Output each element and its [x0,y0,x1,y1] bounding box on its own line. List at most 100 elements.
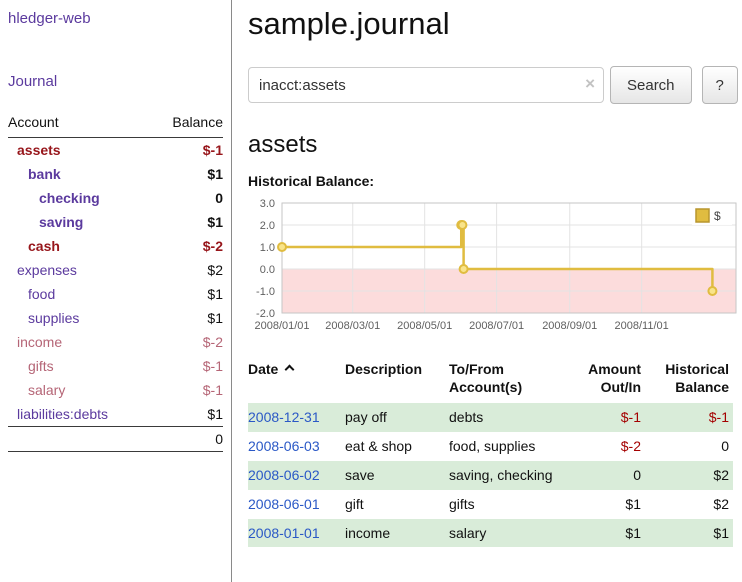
transaction-date-link[interactable]: 2008-01-01 [248,525,320,541]
account-row: income $-2 [8,330,223,354]
transaction-balance: 0 [645,432,733,461]
transaction-amount: $1 [571,490,645,519]
transaction-balance: $2 [645,490,733,519]
svg-text:2008/09/01: 2008/09/01 [542,320,597,332]
transaction-amount: $-1 [571,403,645,432]
account-row: assets $-1 [8,138,223,163]
account-link[interactable]: checking [17,190,100,206]
account-link[interactable]: liabilities:debts [17,406,108,422]
svg-text:1.0: 1.0 [260,242,275,254]
register-row: 2008-12-31 pay off debts $-1 $-1 [248,403,733,432]
account-row: liabilities:debts $1 [8,402,223,427]
account-balance: $-1 [151,354,223,378]
account-row: saving $1 [8,210,223,234]
account-row: supplies $1 [8,306,223,330]
account-link[interactable]: income [17,334,62,350]
historical-balance-chart: 3.02.01.00.0-1.0-2.02008/01/012008/03/01… [248,195,740,343]
transaction-accounts: gifts [449,490,571,519]
register-table: Date Description To/From Account(s) Amou… [248,357,733,547]
accounts-header-balance: Balance [151,112,223,138]
transaction-amount: 0 [571,461,645,490]
account-balance: $1 [151,306,223,330]
transaction-description: income [345,519,449,548]
accounts-header-row: Account Balance [8,112,223,138]
brand-link[interactable]: hledger-web [8,10,223,27]
svg-text:2008/03/01: 2008/03/01 [325,320,380,332]
search-button[interactable]: Search [610,66,692,104]
account-link[interactable]: cash [17,238,60,254]
transaction-amount: $-2 [571,432,645,461]
account-link[interactable]: salary [17,382,65,398]
account-link[interactable]: assets [17,142,61,158]
account-row: cash $-2 [8,234,223,258]
accounts-total-row: 0 [8,427,223,452]
account-row: gifts $-1 [8,354,223,378]
account-link[interactable]: gifts [17,358,54,374]
transaction-accounts: salary [449,519,571,548]
account-balance: $1 [151,162,223,186]
svg-text:3.0: 3.0 [260,198,275,210]
transaction-description: pay off [345,403,449,432]
accounts-table: Account Balance assets $-1 bank $1 check… [8,112,223,452]
register-row: 2008-06-02 save saving, checking 0 $2 [248,461,733,490]
svg-text:2.0: 2.0 [260,220,275,232]
account-balance: $1 [151,402,223,427]
account-link[interactable]: bank [17,166,61,182]
register-header-row: Date Description To/From Account(s) Amou… [248,357,733,403]
search-input[interactable] [248,67,604,103]
sidebar: hledger-web Journal Account Balance asse… [0,0,232,582]
accounts-total-spacer [8,427,151,452]
transaction-amount: $1 [571,519,645,548]
sidebar-item-journal[interactable]: Journal [8,73,223,90]
account-row: salary $-1 [8,378,223,402]
col-header-description[interactable]: Description [345,357,449,403]
transaction-date-link[interactable]: 2008-06-03 [248,438,320,454]
svg-text:-1.0: -1.0 [256,286,275,298]
account-link[interactable]: expenses [17,262,77,278]
register-row: 2008-06-01 gift gifts $1 $2 [248,490,733,519]
account-balance: $-2 [151,330,223,354]
account-balance: $1 [151,282,223,306]
svg-text:-2.0: -2.0 [256,308,275,320]
svg-text:2008/01/01: 2008/01/01 [254,320,309,332]
col-header-date-label: Date [248,361,278,377]
search-box: × [248,67,604,103]
account-link[interactable]: supplies [17,310,79,326]
account-heading: assets [248,131,740,159]
account-balance: $-1 [151,138,223,163]
transaction-description: gift [345,490,449,519]
account-link[interactable]: food [17,286,55,302]
account-link[interactable]: saving [17,214,83,230]
account-row: bank $1 [8,162,223,186]
account-row: expenses $2 [8,258,223,282]
account-balance: $2 [151,258,223,282]
transaction-balance: $1 [645,519,733,548]
transaction-date-link[interactable]: 2008-06-01 [248,496,320,512]
svg-text:2008/05/01: 2008/05/01 [397,320,452,332]
register-row: 2008-01-01 income salary $1 $1 [248,519,733,548]
clear-search-icon[interactable]: × [585,75,595,92]
page-title: sample.journal [248,6,740,42]
chart-title: Historical Balance: [248,173,740,189]
col-header-balance[interactable]: Historical Balance [645,357,733,403]
transaction-accounts: saving, checking [449,461,571,490]
main-content: sample.journal × Search ? assets Histori… [232,0,742,582]
accounts-total-value: 0 [151,427,223,452]
col-header-amount[interactable]: Amount Out/In [571,357,645,403]
register-row: 2008-06-03 eat & shop food, supplies $-2… [248,432,733,461]
hledger-web-app: hledger-web Journal Account Balance asse… [0,0,742,582]
account-balance: 0 [151,186,223,210]
sort-asc-icon [285,365,295,375]
account-row: food $1 [8,282,223,306]
account-balance: $1 [151,210,223,234]
transaction-description: save [345,461,449,490]
svg-text:$: $ [714,209,721,223]
accounts-header-account: Account [8,112,151,138]
col-header-accounts[interactable]: To/From Account(s) [449,357,571,403]
col-header-date[interactable]: Date [248,357,345,403]
transaction-date-link[interactable]: 2008-12-31 [248,409,320,425]
transaction-date-link[interactable]: 2008-06-02 [248,467,320,483]
account-row: checking 0 [8,186,223,210]
transaction-description: eat & shop [345,432,449,461]
help-button[interactable]: ? [702,66,738,104]
